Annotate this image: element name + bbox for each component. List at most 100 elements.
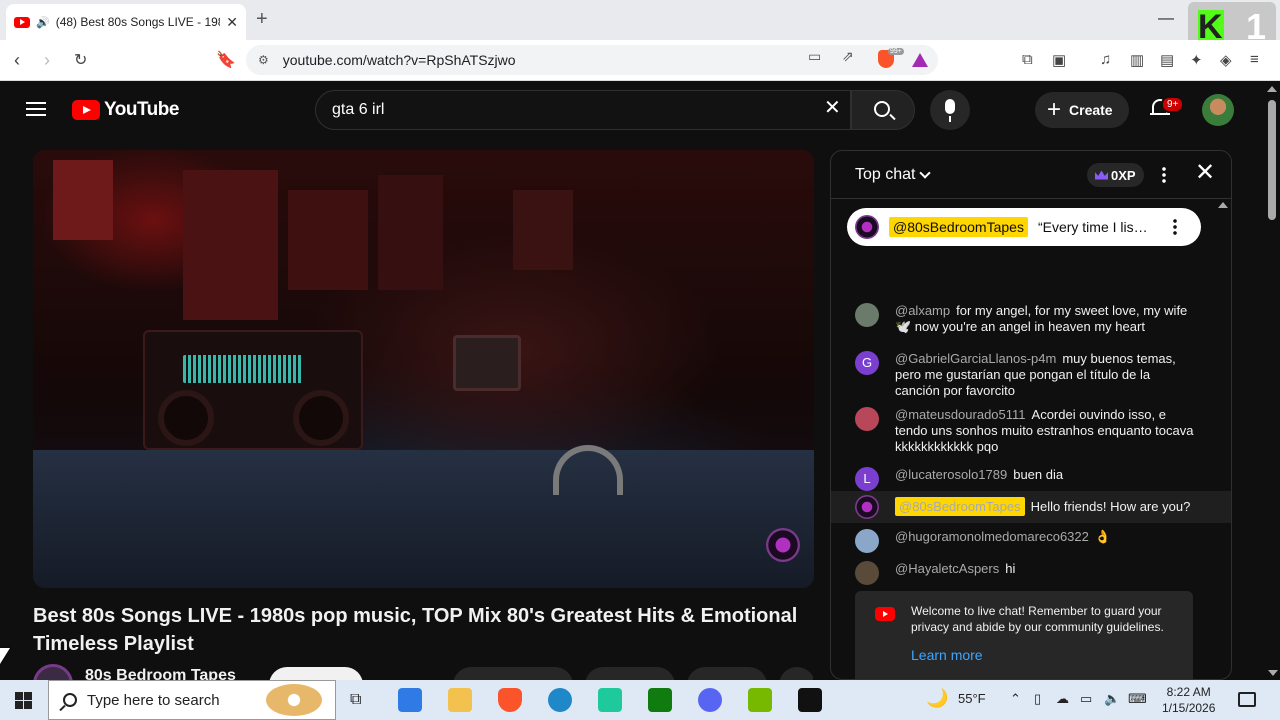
minimize-icon[interactable]: — bbox=[1158, 10, 1174, 28]
create-button[interactable]: + Create bbox=[1035, 92, 1129, 128]
search-input[interactable] bbox=[332, 101, 802, 119]
nvidia-icon[interactable] bbox=[748, 688, 772, 712]
tab-close-icon[interactable]: ✕ bbox=[226, 14, 238, 31]
mouse-cursor-icon bbox=[0, 648, 10, 664]
subscribe-button[interactable] bbox=[269, 667, 363, 680]
pinned-more-icon[interactable] bbox=[1173, 218, 1177, 236]
clear-search-icon[interactable]: ✕ bbox=[824, 98, 841, 118]
discord-icon[interactable] bbox=[698, 688, 722, 712]
xp-badge[interactable]: 0XP bbox=[1087, 163, 1144, 187]
file-explorer-icon[interactable] bbox=[448, 688, 472, 712]
video-title: Best 80s Songs LIVE - 1980s pop music, T… bbox=[33, 605, 798, 655]
chevron-down-icon bbox=[919, 167, 932, 179]
microsoft-store-icon[interactable] bbox=[398, 688, 422, 712]
share-button[interactable] bbox=[585, 667, 675, 680]
wall-poster bbox=[183, 170, 278, 320]
reload-icon[interactable]: ↻ bbox=[74, 50, 87, 70]
android-app-icon[interactable] bbox=[598, 688, 622, 712]
cast-icon[interactable]: ▭ bbox=[808, 48, 821, 65]
chat-message[interactable]: @mateusdourado5111 Acordei ouvindo isso, … bbox=[855, 407, 1195, 455]
site-info-icon[interactable]: ⚙ bbox=[258, 53, 269, 67]
new-tab-button[interactable]: + bbox=[256, 8, 268, 31]
search-button[interactable] bbox=[851, 90, 915, 130]
wall-poster bbox=[288, 190, 368, 290]
page-scroll-up-arrow-icon[interactable] bbox=[1267, 86, 1277, 92]
chat-mode-dropdown[interactable]: Top chat bbox=[855, 166, 932, 184]
chat-message[interactable]: @hugoramonolmedomareco6322 👌 bbox=[855, 529, 1195, 553]
account-avatar[interactable] bbox=[1202, 94, 1234, 126]
forward-icon[interactable]: › bbox=[44, 50, 50, 71]
youtube-logo[interactable]: YouTube bbox=[72, 99, 179, 121]
chat-message[interactable]: @HayaletcAspers hi bbox=[855, 561, 1195, 585]
media-controls-icon[interactable]: ♫ bbox=[1100, 51, 1111, 68]
back-icon[interactable]: ‹ bbox=[14, 50, 20, 71]
network-icon[interactable]: ▭ bbox=[1080, 691, 1092, 707]
wallet-icon[interactable]: ▤ bbox=[1160, 51, 1174, 69]
device-icon[interactable]: ▯ bbox=[1034, 691, 1041, 707]
page-scroll-down-arrow-icon[interactable] bbox=[1268, 670, 1278, 676]
search-highlight-donut-icon[interactable] bbox=[266, 684, 322, 716]
video-player[interactable] bbox=[33, 150, 814, 588]
chat-close-icon[interactable]: ✕ bbox=[1195, 161, 1215, 185]
chat-message[interactable]: L @lucaterosolo1789 buen dia bbox=[855, 467, 1195, 491]
xbox-icon[interactable] bbox=[648, 688, 672, 712]
bookmark-icon[interactable]: 🔖 bbox=[216, 50, 236, 70]
share-icon[interactable]: ⇗ bbox=[842, 48, 854, 65]
youtube-header: YouTube ✕ + Create bbox=[0, 82, 1266, 138]
keyboard-icon[interactable]: ⌨ bbox=[1128, 691, 1147, 707]
search-box[interactable] bbox=[315, 90, 851, 130]
like-button[interactable] bbox=[453, 667, 573, 680]
clock-date: 1/15/2026 bbox=[1162, 701, 1216, 715]
chat-header: Top chat 0XP ✕ bbox=[831, 151, 1231, 199]
chat-avatar bbox=[855, 529, 879, 553]
youtube-play-icon bbox=[72, 100, 100, 120]
system-clock[interactable]: 8:22 AM 1/15/2026 bbox=[1162, 684, 1215, 716]
voice-search-button[interactable] bbox=[930, 90, 970, 130]
speaker bbox=[293, 390, 349, 446]
chat-text: 👌 bbox=[1094, 529, 1112, 544]
guide-menu-icon[interactable] bbox=[26, 102, 46, 116]
channel-name[interactable]: 80s Bedroom Tapes bbox=[85, 667, 236, 680]
address-bar[interactable]: ⚙ youtube.com/watch?v=RpShATSzjwo bbox=[246, 45, 938, 75]
tab-search-icon[interactable]: ▣ bbox=[1052, 51, 1066, 69]
chat-avatar: L bbox=[855, 467, 879, 491]
audio-playing-icon[interactable]: 🔊 bbox=[36, 16, 50, 29]
extensions-icon[interactable]: ⧉ bbox=[1022, 51, 1033, 68]
notification-center-icon[interactable] bbox=[1238, 692, 1256, 707]
chat-more-options-icon[interactable] bbox=[1162, 166, 1166, 184]
browser-tab-youtube[interactable]: 🔊 (48) Best 80s Songs LIVE - 198 ✕ bbox=[6, 4, 246, 40]
chat-message[interactable]: @alxamp for my angel, for my sweet love, … bbox=[855, 303, 1195, 335]
page-scrollbar[interactable] bbox=[1268, 100, 1276, 220]
task-manager-icon[interactable] bbox=[798, 688, 822, 712]
chat-author: @alxamp bbox=[895, 303, 951, 318]
windows-start-icon[interactable] bbox=[15, 692, 32, 709]
chat-message[interactable]: G @GabrielGarciaLlanos-p4m muy buenos tem… bbox=[855, 351, 1195, 399]
cloud-icon[interactable]: ☁ bbox=[1056, 691, 1069, 707]
save-button[interactable] bbox=[687, 667, 767, 680]
learn-more-link[interactable]: Learn more bbox=[911, 647, 1179, 663]
pinned-message[interactable]: @80sBedroomTapes “Every time I lis… bbox=[847, 208, 1201, 246]
shields-count-badge: 99+ bbox=[888, 48, 904, 55]
welcome-text: Welcome to live chat! Remember to guard … bbox=[911, 604, 1164, 634]
leo-ai-icon[interactable]: ✦ bbox=[1190, 51, 1203, 69]
brave-browser-icon[interactable] bbox=[498, 688, 522, 712]
temperature[interactable]: 55°F bbox=[958, 691, 986, 706]
edge-browser-icon[interactable] bbox=[548, 688, 572, 712]
weather-moon-icon[interactable]: 🌙 bbox=[926, 688, 948, 709]
volume-icon[interactable]: 🔈 bbox=[1104, 691, 1120, 707]
chat-message-owner[interactable]: @80sBedroomTapes Hello friends! How are y… bbox=[831, 491, 1231, 523]
pinned-author: @80sBedroomTapes bbox=[889, 217, 1028, 237]
vpn-icon[interactable]: ◈ bbox=[1220, 51, 1232, 69]
chat-scroll-up-arrow-icon[interactable] bbox=[1218, 202, 1228, 208]
chat-author: @HayaletcAspers bbox=[895, 561, 1000, 576]
task-view-icon[interactable]: ⧉ bbox=[350, 691, 361, 709]
windows-taskbar: Type here to search ⧉ 🌙 55°F ⌃ ▯ ☁ ▭ 🔈 ⌨… bbox=[0, 680, 1280, 720]
show-hidden-icons-icon[interactable]: ⌃ bbox=[1010, 691, 1021, 707]
menu-icon[interactable]: ≡ bbox=[1250, 51, 1259, 68]
channel-avatar[interactable] bbox=[33, 664, 73, 680]
url-text[interactable]: youtube.com/watch?v=RpShATSzjwo bbox=[283, 52, 516, 68]
channel-watermark-icon[interactable] bbox=[766, 528, 800, 562]
more-actions-button[interactable] bbox=[779, 667, 813, 680]
sidebar-icon[interactable]: ▥ bbox=[1130, 51, 1144, 69]
brave-rewards-icon[interactable] bbox=[912, 53, 928, 67]
